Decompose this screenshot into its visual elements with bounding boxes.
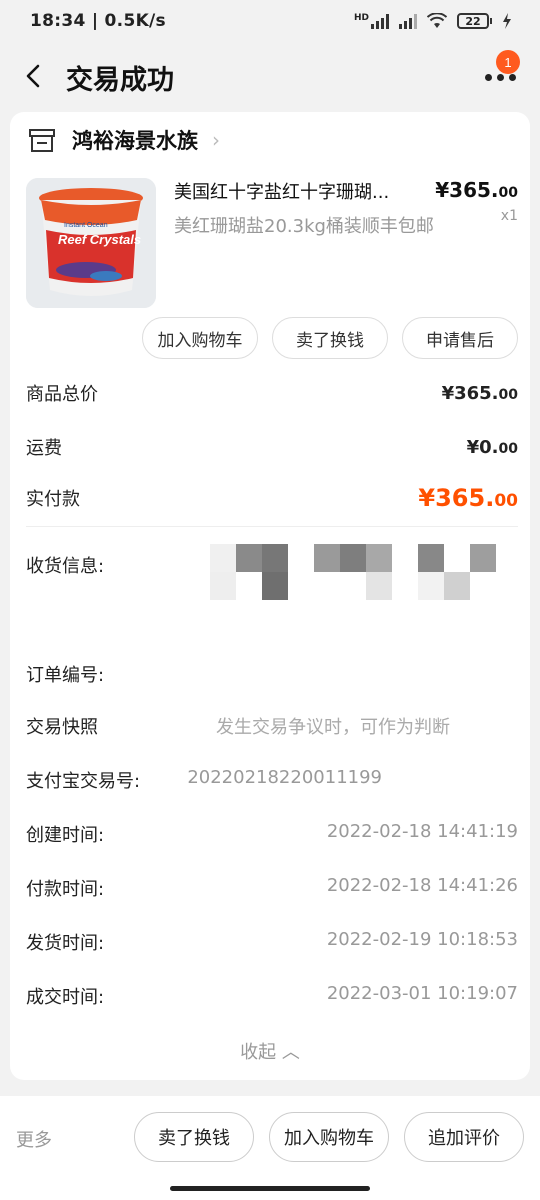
shipping-cents: 00 — [498, 440, 518, 457]
hd-label: HD — [353, 13, 369, 23]
paid-cents: 00 — [494, 491, 518, 511]
add-to-cart-bottom-button[interactable]: 加入购物车 — [269, 1112, 389, 1162]
order-card: 鸿裕海景水族 › Reef Crystals Instant Ocean 美国红… — [10, 112, 530, 1080]
divider — [26, 526, 518, 527]
goods-total-label: 商品总价 — [26, 384, 98, 405]
order-number-label: 订单编号: — [26, 665, 105, 686]
shipping-label: 运费 — [26, 438, 62, 459]
back-button[interactable] — [18, 56, 48, 96]
completed-time-value: 2022-03-01 10:19:07 — [326, 983, 518, 1004]
store-icon — [29, 129, 55, 152]
paid-label: 实付款 — [26, 489, 80, 510]
chevron-left-icon — [26, 64, 40, 88]
image-label-text: Reef Crystals — [58, 232, 141, 247]
battery-level: 22 — [465, 14, 481, 28]
status-time-speed: 18:34 | 0.5K/s — [30, 11, 166, 31]
paid-time-value: 2022-02-18 14:41:26 — [326, 875, 518, 896]
paid-main: ¥365. — [418, 484, 495, 512]
goods-total-cents: 00 — [498, 386, 518, 403]
chevron-right-icon: › — [212, 128, 220, 152]
product-price: ¥365.00 — [435, 178, 518, 202]
more-dots-icon — [484, 73, 492, 81]
product-price-cents: 00 — [498, 185, 518, 201]
shop-link[interactable]: 鸿裕海景水族 › — [28, 122, 220, 158]
more-link[interactable]: 更多 — [16, 1126, 52, 1152]
shipped-time-value: 2022-02-19 10:18:53 — [326, 929, 518, 950]
add-review-button[interactable]: 追加评价 — [404, 1112, 524, 1162]
product-title[interactable]: 美国红十字盐红十字珊瑚... — [174, 178, 424, 204]
status-icons: HD 22 — [354, 13, 512, 29]
product-image[interactable]: Reef Crystals Instant Ocean — [26, 178, 156, 308]
goods-total-row: 商品总价 ¥365.00 — [26, 380, 518, 406]
shipping-main: ¥0. — [466, 436, 499, 458]
created-time-value: 2022-02-18 14:41:19 — [326, 821, 518, 842]
page-header: 交易成功 1 — [0, 42, 540, 112]
home-indicator — [170, 1186, 370, 1191]
shop-name: 鸿裕海景水族 — [72, 129, 198, 153]
paid-value: ¥365.00 — [418, 484, 518, 512]
address-redacted-mosaic — [210, 544, 510, 600]
charging-icon — [503, 13, 511, 29]
signal-icon-2 — [399, 13, 417, 29]
page-title: 交易成功 — [66, 65, 174, 96]
alipay-no-value: 20220218220011199 — [187, 767, 382, 788]
snapshot-hint: 发生交易争议时，可作为判断 — [216, 717, 450, 738]
product-spec: 美红珊瑚盐20.3kg桶装顺丰包邮 — [174, 216, 434, 237]
product-actions: 加入购物车 卖了换钱 申请售后 — [142, 317, 518, 359]
more-dot — [496, 73, 504, 81]
goods-total-value: ¥365.00 — [442, 383, 518, 404]
resell-bottom-button[interactable]: 卖了换钱 — [134, 1112, 254, 1162]
bottom-action-bar: 更多 卖了换钱 加入购物车 追加评价 — [0, 1096, 540, 1200]
product-price-main: ¥365. — [435, 178, 499, 202]
after-sales-button[interactable]: 申请售后 — [402, 317, 518, 359]
product-quantity: x1 — [500, 208, 518, 224]
notification-badge: 1 — [496, 50, 520, 74]
collapse-button[interactable]: 收起 ︿ — [10, 1038, 530, 1064]
status-bar: 18:34 | 0.5K/s HD 22 — [0, 0, 540, 42]
paid-row: 实付款 ¥365.00 — [26, 484, 518, 512]
resell-button[interactable]: 卖了换钱 — [272, 317, 388, 359]
battery-icon: 22 — [457, 13, 492, 29]
more-dot — [508, 73, 516, 81]
shipping-value: ¥0.00 — [467, 437, 518, 458]
image-brand-text: Instant Ocean — [64, 222, 108, 229]
signal-icon — [371, 13, 389, 29]
add-to-cart-button[interactable]: 加入购物车 — [142, 317, 258, 359]
shipping-row: 运费 ¥0.00 — [26, 434, 518, 460]
salt-bucket-image: Reef Crystals Instant Ocean — [26, 178, 156, 308]
goods-total-main: ¥365. — [441, 382, 499, 404]
wifi-icon — [427, 13, 447, 28]
